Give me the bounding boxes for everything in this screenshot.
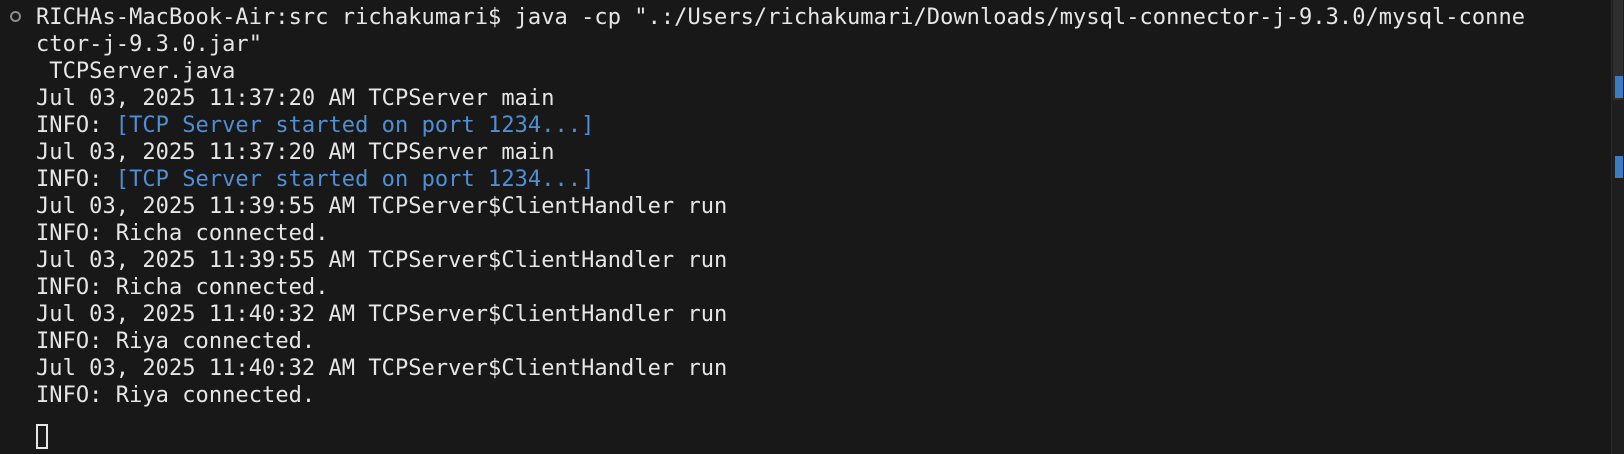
log-header: Jul 03, 2025 11:40:32 AM TCPServer$Clien… <box>36 302 728 327</box>
terminal-output[interactable]: RICHAs-MacBook-Air:src richakumari$ java… <box>0 0 1612 454</box>
log-info-line: INFO: Richa connected. <box>36 220 329 248</box>
log-info-line: INFO: [TCP Server started on port 1234..… <box>36 166 594 194</box>
log-header: Jul 03, 2025 11:40:32 AM TCPServer$Clien… <box>36 356 728 381</box>
log-header: Jul 03, 2025 11:39:55 AM TCPServer$Clien… <box>36 194 728 219</box>
log-header: Jul 03, 2025 11:37:20 AM TCPServer main <box>36 86 555 111</box>
log-message: Riya connected. <box>115 329 316 354</box>
log-message: Richa connected. <box>115 221 329 246</box>
log-prefix: INFO: <box>36 113 116 138</box>
log-info-line: INFO: Riya connected. <box>36 328 315 356</box>
command-line: RICHAs-MacBook-Air:src richakumari$ java… <box>36 5 1526 30</box>
log-message: [TCP Server started on port 1234...] <box>115 113 595 138</box>
log-header: Jul 03, 2025 11:37:20 AM TCPServer main <box>36 140 555 165</box>
command-line-wrap: TCPServer.java <box>36 59 236 84</box>
log-prefix: INFO: <box>36 275 116 300</box>
log-info-line: INFO: Richa connected. <box>36 274 329 302</box>
log-prefix: INFO: <box>36 221 116 246</box>
log-prefix: INFO: <box>36 167 116 192</box>
scroll-overview-marker <box>1615 76 1623 98</box>
command-line-wrap: ctor-j-9.3.0.jar" <box>36 32 263 57</box>
command-decoration-icon[interactable] <box>10 11 21 22</box>
scroll-overview-marker <box>1615 156 1623 178</box>
log-message: Richa connected. <box>115 275 329 300</box>
log-message: Riya connected. <box>115 383 316 408</box>
log-message: [TCP Server started on port 1234...] <box>115 167 595 192</box>
log-prefix: INFO: <box>36 329 116 354</box>
vertical-scrollbar[interactable] <box>1611 0 1624 454</box>
terminal-cursor <box>36 424 48 449</box>
log-prefix: INFO: <box>36 383 116 408</box>
log-info-line: INFO: Riya connected. <box>36 382 315 410</box>
log-info-line: INFO: [TCP Server started on port 1234..… <box>36 112 594 140</box>
log-header: Jul 03, 2025 11:39:55 AM TCPServer$Clien… <box>36 248 728 273</box>
